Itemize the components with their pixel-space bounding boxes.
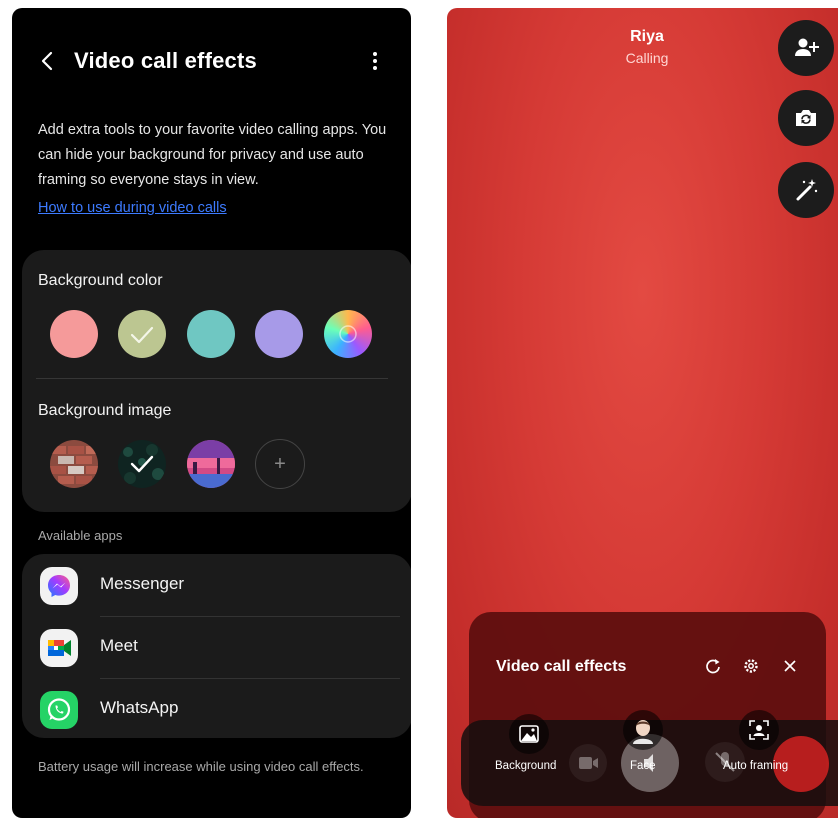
background-image-sunset[interactable] bbox=[187, 440, 235, 488]
top-app-bar: Video call effects bbox=[12, 8, 411, 118]
reset-button[interactable] bbox=[703, 656, 723, 676]
effect-icon-wrap bbox=[509, 714, 549, 754]
how-to-link[interactable]: How to use during video calls bbox=[38, 200, 227, 216]
app-row-meet[interactable]: Meet bbox=[22, 616, 411, 678]
messenger-icon bbox=[40, 567, 78, 605]
effect-face-button[interactable]: Face bbox=[619, 710, 671, 774]
effect-label: Auto framing bbox=[723, 760, 789, 772]
effect-background-button[interactable]: Background bbox=[489, 714, 569, 774]
check-icon bbox=[130, 326, 154, 344]
magic-wand-icon bbox=[796, 179, 818, 201]
description-text: Add extra tools to your favorite video c… bbox=[38, 122, 387, 188]
gear-icon bbox=[744, 659, 758, 673]
swatch-sage[interactable] bbox=[118, 310, 166, 358]
app-name: Meet bbox=[100, 636, 138, 655]
page-title: Video call effects bbox=[74, 48, 257, 73]
swatch-pink[interactable] bbox=[50, 310, 98, 358]
flip-camera-button[interactable] bbox=[778, 90, 834, 146]
swatch-lavender[interactable] bbox=[255, 310, 303, 358]
face-icon bbox=[633, 720, 653, 744]
flip-camera-icon bbox=[796, 110, 816, 126]
palette-icon bbox=[339, 325, 357, 343]
meet-icon bbox=[40, 629, 78, 667]
video-camera-icon bbox=[579, 757, 598, 769]
app-row-messenger[interactable]: Messenger bbox=[22, 554, 411, 616]
available-apps-label: Available apps bbox=[38, 528, 123, 543]
brick-wall-image bbox=[50, 440, 98, 488]
background-image-brick[interactable] bbox=[50, 440, 98, 488]
whatsapp-icon bbox=[40, 691, 78, 729]
battery-note: Battery usage will increase while using … bbox=[38, 759, 364, 774]
close-icon bbox=[784, 660, 796, 672]
background-color-label: Background color bbox=[38, 272, 163, 289]
app-name: WhatsApp bbox=[100, 698, 179, 717]
auto-framing-icon bbox=[749, 720, 769, 740]
effects-panel-title: Video call effects bbox=[496, 658, 627, 675]
close-panel-button[interactable] bbox=[780, 656, 800, 676]
background-image-label: Background image bbox=[38, 402, 172, 419]
video-call-screen: Riya Calling Video call effects Backgrou… bbox=[447, 8, 838, 818]
effect-label: Face bbox=[630, 760, 656, 772]
effect-label: Background bbox=[495, 760, 557, 772]
swatch-custom-gradient[interactable] bbox=[324, 310, 372, 358]
add-person-icon bbox=[795, 38, 819, 56]
back-button[interactable] bbox=[36, 48, 60, 74]
settings-screen: Video call effects Add extra tools to yo… bbox=[12, 8, 411, 818]
effect-icon-wrap bbox=[739, 710, 779, 750]
image-icon bbox=[519, 725, 539, 743]
more-vertical-icon bbox=[373, 52, 377, 70]
sunset-image bbox=[187, 440, 235, 488]
chevron-left-icon bbox=[41, 51, 53, 71]
reset-icon bbox=[706, 659, 720, 674]
add-background-image-button[interactable]: + bbox=[255, 439, 305, 489]
video-effects-button[interactable] bbox=[778, 162, 834, 218]
foliage-image bbox=[118, 440, 166, 488]
add-participant-button[interactable] bbox=[778, 20, 834, 76]
app-name: Messenger bbox=[100, 574, 185, 593]
effects-settings-button[interactable] bbox=[741, 656, 761, 676]
effect-auto-framing-button[interactable]: Auto framing bbox=[717, 710, 817, 774]
more-options-button[interactable] bbox=[366, 48, 384, 74]
background-image-foliage[interactable] bbox=[118, 440, 166, 488]
video-toggle-button[interactable] bbox=[569, 744, 607, 782]
add-icon: + bbox=[274, 453, 286, 475]
app-row-whatsapp[interactable]: WhatsApp bbox=[22, 678, 411, 740]
effect-icon-wrap bbox=[623, 710, 663, 750]
swatch-teal[interactable] bbox=[187, 310, 235, 358]
section-divider bbox=[36, 378, 388, 379]
